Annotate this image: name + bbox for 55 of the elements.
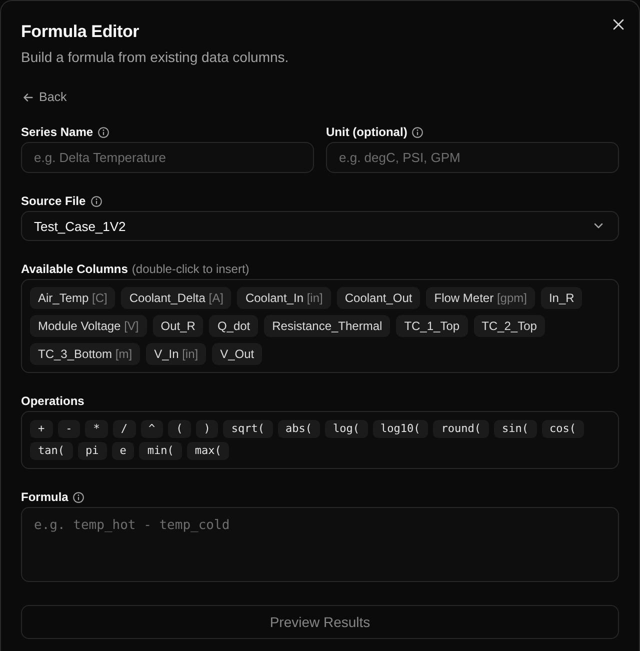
operation-chip[interactable]: ) (196, 420, 218, 438)
operation-chip[interactable]: - (58, 420, 80, 438)
chevron-down-icon (594, 223, 603, 229)
operation-chip[interactable]: abs( (278, 420, 320, 438)
column-chip[interactable]: Q_dot (209, 315, 258, 337)
operation-chip[interactable]: max( (186, 442, 230, 460)
operation-chip[interactable]: / (112, 420, 136, 438)
column-chip[interactable]: TC_1_Top (396, 315, 468, 337)
column-chip[interactable]: Coolant_Delta [A] (121, 287, 232, 309)
operation-chip[interactable]: pi (78, 442, 107, 460)
column-chip[interactable]: Coolant_In [in] (237, 287, 331, 309)
back-link[interactable]: Back (21, 88, 67, 106)
column-chip[interactable]: Air_Temp [C] (30, 287, 116, 309)
operation-chip[interactable]: log10( (372, 420, 428, 438)
column-chip[interactable]: Module Voltage [V] (30, 315, 147, 337)
operation-chip[interactable]: + (30, 420, 53, 438)
info-icon[interactable] (98, 126, 110, 138)
field-label: Series Name (21, 124, 94, 140)
operation-chip[interactable]: ( (168, 420, 191, 438)
info-icon[interactable] (73, 492, 84, 502)
info-icon[interactable] (90, 196, 102, 206)
column-chip[interactable]: Out_R (152, 315, 204, 337)
operation-chip[interactable]: sqrt( (223, 420, 272, 438)
operation-chip[interactable]: tan( (30, 442, 72, 460)
arrow-left-icon (23, 92, 33, 102)
operation-chip[interactable]: min( (139, 442, 182, 460)
source-file-select[interactable]: Test_Case_1V2 (21, 211, 619, 241)
info-icon[interactable] (412, 126, 424, 138)
operation-chip[interactable]: cos( (542, 420, 584, 438)
column-chip[interactable]: Coolant_Out (336, 287, 420, 309)
operation-chip[interactable]: e (112, 442, 134, 460)
formula-field[interactable]: e.g. temp_hot - temp_cold (21, 507, 619, 582)
column-chip[interactable]: V_In [in] (146, 343, 206, 365)
column-chip[interactable]: TC_2_Top (474, 315, 545, 337)
operation-chip[interactable]: round( (433, 420, 489, 438)
unit-field[interactable]: e.g. degC, PSI, GPM (326, 142, 619, 173)
operation-chip[interactable]: sin( (494, 420, 536, 438)
operation-chip[interactable]: ^ (140, 420, 164, 438)
column-chip[interactable]: TC_3_Bottom [m] (30, 343, 140, 365)
close-icon[interactable] (613, 19, 624, 30)
column-chip[interactable]: Flow Meter [gpm] (426, 287, 535, 309)
field-label: Formula (21, 489, 68, 505)
column-chip[interactable]: In_R (540, 287, 582, 309)
field-label: Unit (optional) (326, 124, 408, 140)
field-label: Source File (21, 193, 86, 209)
column-chip[interactable]: V_Out (212, 343, 262, 365)
operation-chip[interactable]: log( (325, 420, 368, 438)
dialog-title: Formula Editor (21, 21, 140, 43)
dialog-subtitle: Build a formula from existing data columns. (21, 48, 289, 67)
operation-chip[interactable]: * (85, 420, 108, 438)
column-chip[interactable]: Resistance_Thermal (264, 315, 390, 337)
label-hint: (double-click to insert) (132, 261, 250, 277)
section-label: Operations (21, 393, 84, 409)
series-name-field[interactable]: e.g. Delta Temperature (21, 142, 314, 173)
section-label: Available Columns (21, 261, 128, 277)
